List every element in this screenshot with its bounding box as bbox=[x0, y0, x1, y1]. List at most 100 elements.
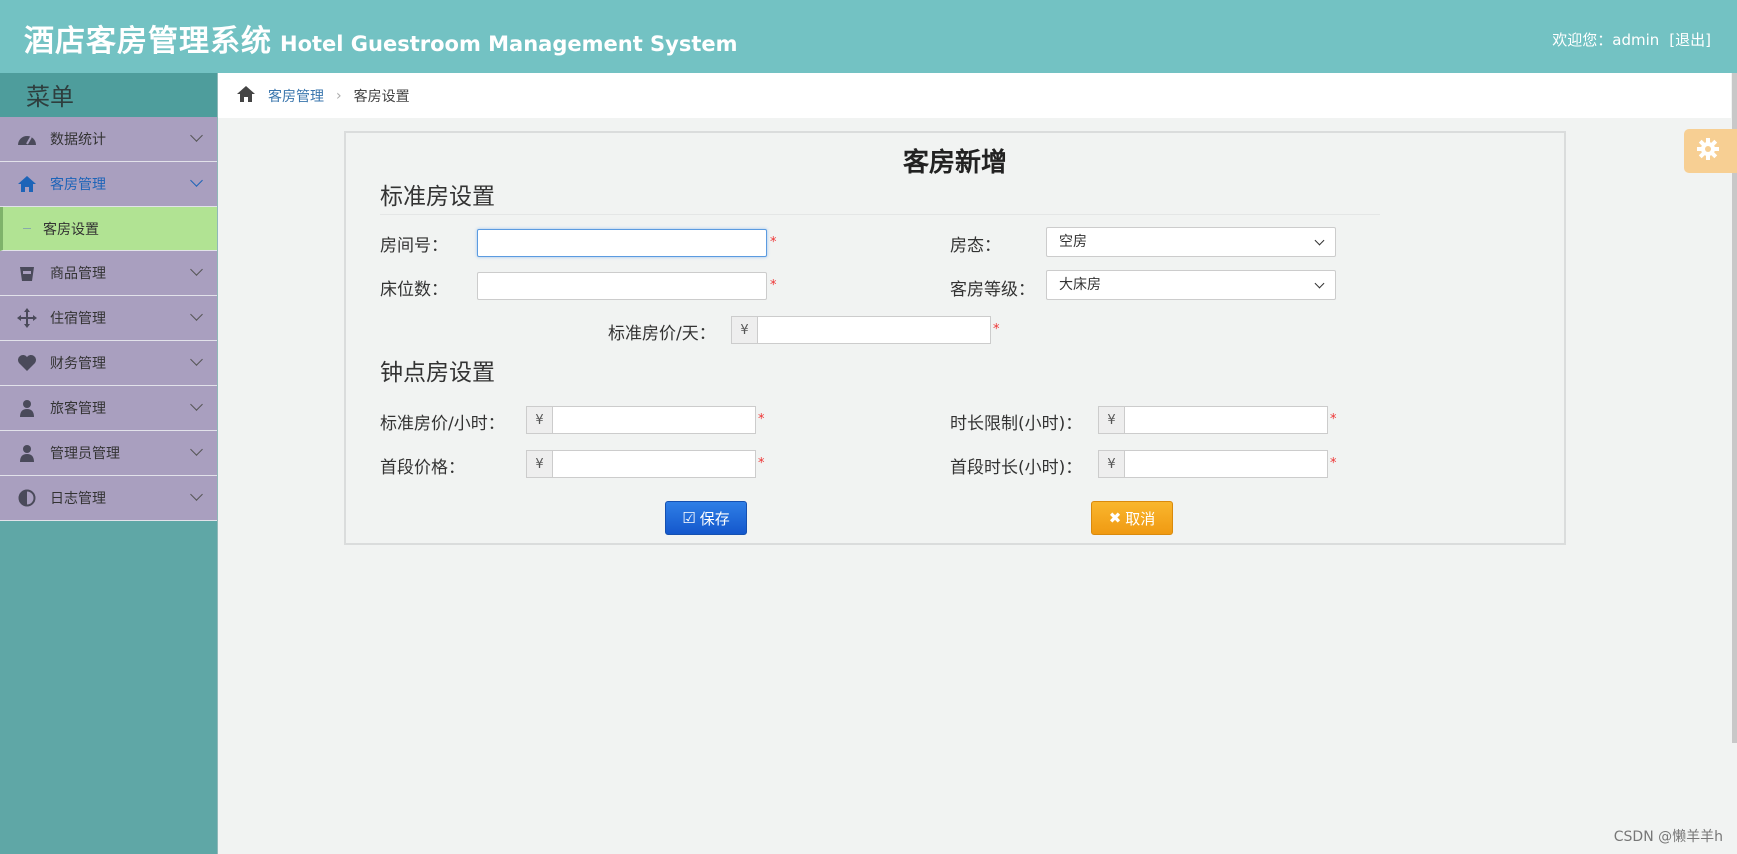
settings-gear-button[interactable] bbox=[1684, 129, 1737, 173]
cancel-button[interactable]: ✖ 取消 bbox=[1091, 501, 1173, 535]
vertical-scrollbar[interactable] bbox=[1732, 73, 1737, 743]
chevron-down-icon bbox=[190, 129, 203, 142]
app-title-cn: 酒店客房管理系统 bbox=[24, 24, 272, 59]
room-status-value: 空房 bbox=[1059, 234, 1087, 250]
home-icon bbox=[16, 173, 38, 195]
chevron-down-icon bbox=[190, 488, 203, 501]
sidebar-item-label: 管理员管理 bbox=[50, 446, 120, 462]
currency-addon: ¥ bbox=[731, 316, 757, 344]
hourly-room-section-title: 钟点房设置 bbox=[380, 360, 495, 386]
currency-addon: ¥ bbox=[526, 406, 552, 434]
std-price-hour-group: ¥ bbox=[526, 406, 756, 434]
chevron-down-icon bbox=[190, 353, 203, 366]
chevron-down-icon bbox=[190, 398, 203, 411]
sidebar-item-label: 旅客管理 bbox=[50, 401, 106, 417]
sidebar-subitem-room-settings[interactable]: 客房设置 bbox=[0, 207, 217, 251]
dashboard-icon bbox=[16, 128, 38, 150]
save-button-label: 保存 bbox=[699, 509, 730, 528]
first-price-input[interactable] bbox=[552, 450, 756, 478]
required-mark: * bbox=[758, 456, 765, 471]
std-price-day-label: 标准房价/天： bbox=[608, 324, 716, 344]
check-square-icon: ☑ bbox=[682, 509, 696, 527]
close-icon: ✖ bbox=[1108, 509, 1122, 527]
room-number-input[interactable] bbox=[477, 229, 767, 257]
heart-icon bbox=[16, 352, 38, 374]
room-level-select[interactable]: 大床房 bbox=[1046, 270, 1336, 300]
form-title: 客房新增 bbox=[902, 148, 1007, 178]
menu-title: 菜单 bbox=[0, 73, 217, 117]
first-duration-input[interactable] bbox=[1124, 450, 1328, 478]
chevron-down-icon bbox=[190, 443, 203, 456]
user-icon bbox=[16, 397, 38, 419]
breadcrumb: 客房管理 › 客房设置 bbox=[218, 73, 1731, 118]
required-mark: * bbox=[770, 278, 777, 293]
sidebar-item-label: 住宿管理 bbox=[50, 311, 106, 327]
save-button[interactable]: ☑ 保存 bbox=[665, 501, 747, 535]
beds-input[interactable] bbox=[477, 272, 767, 300]
top-header: 酒店客房管理系统 Hotel Guestroom Management Syste… bbox=[0, 0, 1737, 73]
breadcrumb-current: 客房设置 bbox=[353, 88, 410, 105]
sidebar-item-finance-management[interactable]: 财务管理 bbox=[0, 341, 217, 386]
breadcrumb-parent-link[interactable]: 客房管理 bbox=[268, 86, 324, 106]
sidebar-item-admin-management[interactable]: 管理员管理 bbox=[0, 431, 217, 476]
first-price-label: 首段价格： bbox=[380, 458, 465, 478]
std-price-day-group: ¥ bbox=[731, 316, 991, 344]
required-mark: * bbox=[758, 412, 765, 427]
sidebar-item-log-management[interactable]: 日志管理 bbox=[0, 476, 217, 521]
time-limit-input[interactable] bbox=[1124, 406, 1328, 434]
sidebar-item-data-stats[interactable]: 数据统计 bbox=[0, 117, 217, 162]
std-price-day-input[interactable] bbox=[757, 316, 991, 344]
room-form-panel: 客房新增 标准房设置 房间号： * 房态： 空房 床位数： * 客房等级： 大床… bbox=[344, 131, 1566, 545]
required-mark: * bbox=[770, 235, 777, 250]
sidebar-item-stay-management[interactable]: 住宿管理 bbox=[0, 296, 217, 341]
chevron-right-icon: › bbox=[336, 87, 342, 104]
sidebar-subitem-label: 客房设置 bbox=[43, 221, 99, 238]
sidebar-item-label: 客房管理 bbox=[50, 177, 106, 193]
app-title-en: Hotel Guestroom Management System bbox=[280, 32, 738, 56]
chevron-down-icon bbox=[190, 308, 203, 321]
move-arrows-icon bbox=[16, 307, 38, 329]
sidebar-item-goods-management[interactable]: 商品管理 bbox=[0, 251, 217, 296]
tree-connector bbox=[23, 228, 31, 229]
required-mark: * bbox=[1330, 456, 1337, 471]
first-price-group: ¥ bbox=[526, 450, 756, 478]
welcome-text: 欢迎您：admin bbox=[1552, 31, 1660, 49]
time-limit-label: 时长限制(小时)： bbox=[950, 414, 1083, 434]
room-level-value: 大床房 bbox=[1059, 277, 1101, 293]
room-status-select[interactable]: 空房 bbox=[1046, 227, 1336, 257]
chevron-down-icon bbox=[190, 263, 203, 276]
app-brand: 酒店客房管理系统 Hotel Guestroom Management Syste… bbox=[24, 16, 738, 60]
cup-icon bbox=[16, 262, 38, 284]
section-divider bbox=[380, 214, 1380, 215]
std-price-hour-input[interactable] bbox=[552, 406, 756, 434]
beds-label: 床位数： bbox=[380, 280, 448, 300]
gear-icon bbox=[1696, 137, 1720, 165]
first-duration-group: ¥ bbox=[1098, 450, 1328, 478]
standard-room-section-title: 标准房设置 bbox=[380, 184, 495, 210]
required-mark: * bbox=[993, 322, 1000, 337]
cancel-button-label: 取消 bbox=[1125, 509, 1156, 528]
sidebar-item-room-management[interactable]: 客房管理 bbox=[0, 162, 217, 207]
sidebar-item-guest-management[interactable]: 旅客管理 bbox=[0, 386, 217, 431]
logout-link[interactable]: [退出] bbox=[1669, 31, 1711, 49]
watermark: CSDN @懒羊羊h bbox=[1613, 829, 1723, 845]
sidebar-item-label: 财务管理 bbox=[50, 356, 106, 372]
user-bar: 欢迎您：admin [退出] bbox=[1552, 29, 1711, 50]
chevron-down-icon bbox=[1314, 235, 1325, 246]
currency-addon: ¥ bbox=[1098, 450, 1124, 478]
user-icon bbox=[16, 442, 38, 464]
half-circle-icon bbox=[16, 487, 38, 509]
chevron-down-icon bbox=[190, 174, 203, 187]
first-duration-label: 首段时长(小时)： bbox=[950, 458, 1083, 478]
sidebar-item-label: 数据统计 bbox=[50, 132, 106, 148]
sidebar-item-label: 日志管理 bbox=[50, 491, 106, 507]
std-price-hour-label: 标准房价/小时： bbox=[380, 414, 505, 434]
currency-addon: ¥ bbox=[526, 450, 552, 478]
required-mark: * bbox=[1330, 412, 1337, 427]
room-level-label: 客房等级： bbox=[950, 280, 1035, 300]
currency-addon: ¥ bbox=[1098, 406, 1124, 434]
room-number-label: 房间号： bbox=[380, 236, 448, 256]
home-icon[interactable] bbox=[236, 85, 256, 107]
sidebar-item-label: 商品管理 bbox=[50, 266, 106, 282]
room-status-label: 房态： bbox=[950, 236, 1001, 256]
